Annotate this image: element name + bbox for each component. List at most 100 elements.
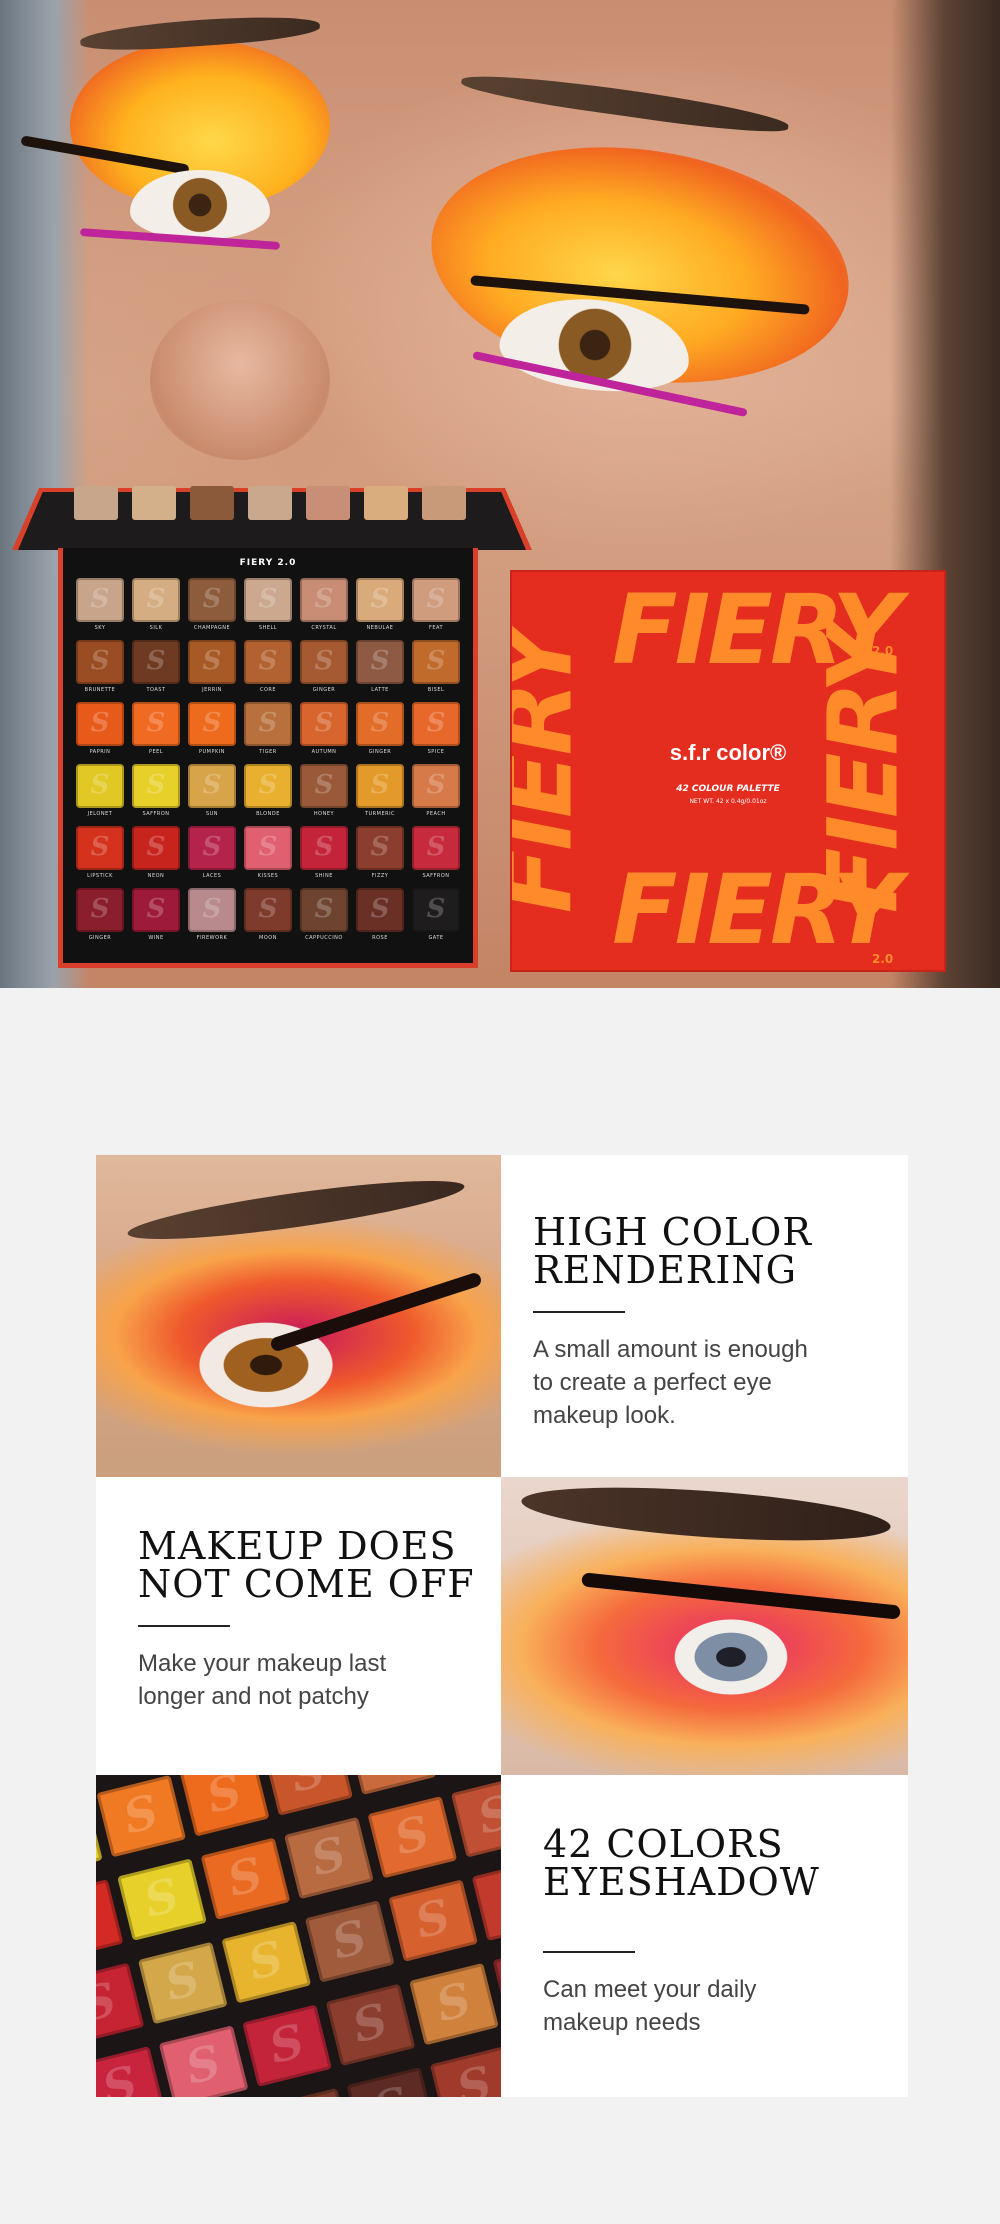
shade-name: SAFFRON [422, 873, 450, 879]
closeup-shade-swatch [117, 1858, 207, 1941]
shade-name: FIREWORK [196, 935, 228, 941]
palette-shade: JELONET [76, 764, 124, 818]
feature-title-line: HIGH COLOR [533, 1210, 812, 1254]
closeup-shade-swatch [263, 2087, 353, 2097]
feature-desc-line: makeup look. [533, 1402, 676, 1429]
feature-card-high-color: HIGH COLOR RENDERING A small amount is e… [501, 1155, 908, 1477]
feature-description: A small amount is enough to create a per… [533, 1333, 908, 1432]
palette-shade: JERRIN [188, 640, 236, 694]
shade-name: PEACH [426, 811, 446, 817]
palette-shade: BISEL [412, 640, 460, 694]
shade-name: SHINE [315, 873, 333, 879]
shade-name: GATE [428, 935, 444, 941]
feature-description: Make your makeup last longer and not pat… [138, 1647, 501, 1713]
closeup-shade-swatch [471, 1858, 501, 1942]
shade-swatch [76, 764, 124, 808]
palette-shade: TIGER [244, 702, 292, 756]
palette-closeup-grid [96, 1775, 501, 2097]
closeup-shade-swatch [304, 1900, 395, 1983]
shade-swatch [356, 888, 404, 932]
closeup-shade-swatch [221, 1921, 312, 2004]
shade-name: PAPRIN [89, 749, 111, 755]
palette-shade: LACES [188, 826, 236, 880]
feature-title-line: MAKEUP DOES [138, 1524, 457, 1568]
shade-name: GINGER [312, 687, 336, 693]
shade-swatch [188, 702, 236, 746]
feature-card-42-colors: 42 COLORS EYESHADOW Can meet your daily … [501, 1775, 908, 2097]
eyeshadow-palette: FIERY 2.0 SKY SILK CHAMPAGNE SHELL CRYSTAL NE… [58, 548, 478, 968]
palette-shade: SPICE [412, 702, 460, 756]
palette-shade: BLONDE [244, 764, 292, 818]
mirror-swatch [190, 486, 234, 520]
feature-title-line: EYESHADOW [543, 1860, 820, 1904]
shade-swatch [412, 826, 460, 870]
shade-name: SUN [205, 811, 219, 817]
palette-shade: PEACH [412, 764, 460, 818]
shade-name: JELONET [87, 811, 113, 817]
mirror-swatch [364, 486, 408, 520]
shade-swatch [412, 764, 460, 808]
feature-desc-line: Make your makeup last [138, 1650, 387, 1677]
shade-name: TIGER [259, 749, 277, 755]
shade-swatch [244, 702, 292, 746]
palette-name: FIERY 2.0 [239, 558, 297, 568]
palette-shade: WINE [132, 888, 180, 942]
mirror-swatch [132, 486, 176, 520]
shade-swatch [244, 764, 292, 808]
shade-swatch [76, 640, 124, 684]
palette-shade: GINGER [76, 888, 124, 942]
palette-shade: CRYSTAL [300, 578, 348, 632]
box-net-weight: NET WT. 42 x 0.4g/0.01oz [689, 798, 767, 805]
palette-shade: PAPRIN [76, 702, 124, 756]
eyebrow [519, 1478, 893, 1550]
shade-name: PEEL [148, 749, 164, 755]
shade-swatch [244, 640, 292, 684]
shade-name: GINGER [368, 749, 392, 755]
shade-swatch [132, 888, 180, 932]
shade-swatch [300, 578, 348, 622]
feature-title: MAKEUP DOES NOT COME OFF [138, 1527, 501, 1603]
shade-swatch [300, 702, 348, 746]
palette-mirror-reflection [60, 478, 480, 528]
box-version-bottom: 2.0 [872, 952, 894, 966]
shade-swatch [412, 578, 460, 622]
feature-desc-line: A small amount is enough [533, 1336, 808, 1363]
shade-name: CAPPUCCINO [305, 935, 343, 941]
box-word-left: FIERY [512, 626, 594, 914]
shade-swatch [244, 826, 292, 870]
palette-shade: PEEL [132, 702, 180, 756]
feature-desc-line: makeup needs [543, 2009, 701, 2036]
palette-shade: NEON [132, 826, 180, 880]
shade-swatch [76, 702, 124, 746]
shade-swatch [412, 888, 460, 932]
shade-swatch [300, 826, 348, 870]
lashes [581, 1572, 901, 1620]
palette-shade: KISSES [244, 826, 292, 880]
shade-name: CRYSTAL [311, 625, 337, 631]
closeup-shade-swatch [179, 1775, 270, 1837]
closeup-shade-swatch [200, 1837, 291, 1921]
box-subtitle: 42 COLOUR PALETTE [676, 784, 780, 794]
closeup-shade-swatch [158, 2025, 249, 2097]
palette-shade: AUTUMN [300, 702, 348, 756]
shade-name: HONEY [313, 811, 335, 817]
shade-swatch [244, 888, 292, 932]
shade-name: SHELL [258, 625, 278, 631]
closeup-shade-swatch [409, 1962, 499, 2046]
palette-shade: SHINE [300, 826, 348, 880]
closeup-shade-swatch [346, 2067, 437, 2097]
palette-shade: GINGER [300, 640, 348, 694]
product-box: FIERY 2.0 FIERY FIERY FIERY 2.0 s.f.r co… [512, 572, 944, 970]
palette-shade: ROSE [356, 888, 404, 942]
shade-name: LACES [202, 873, 222, 879]
shade-name: FEAT [428, 625, 444, 631]
shade-swatch [356, 702, 404, 746]
feature-title-line: NOT COME OFF [138, 1562, 475, 1606]
shade-swatch [132, 640, 180, 684]
shade-name: FIZZY [371, 873, 389, 879]
feature-photo-eye-closeup-2 [501, 1477, 908, 1775]
palette-shade: SUN [188, 764, 236, 818]
shade-name: TURMERIC [364, 811, 396, 817]
palette-shade: TOAST [132, 640, 180, 694]
features-panel: HIGH COLOR RENDERING A small amount is e… [96, 1155, 908, 2097]
